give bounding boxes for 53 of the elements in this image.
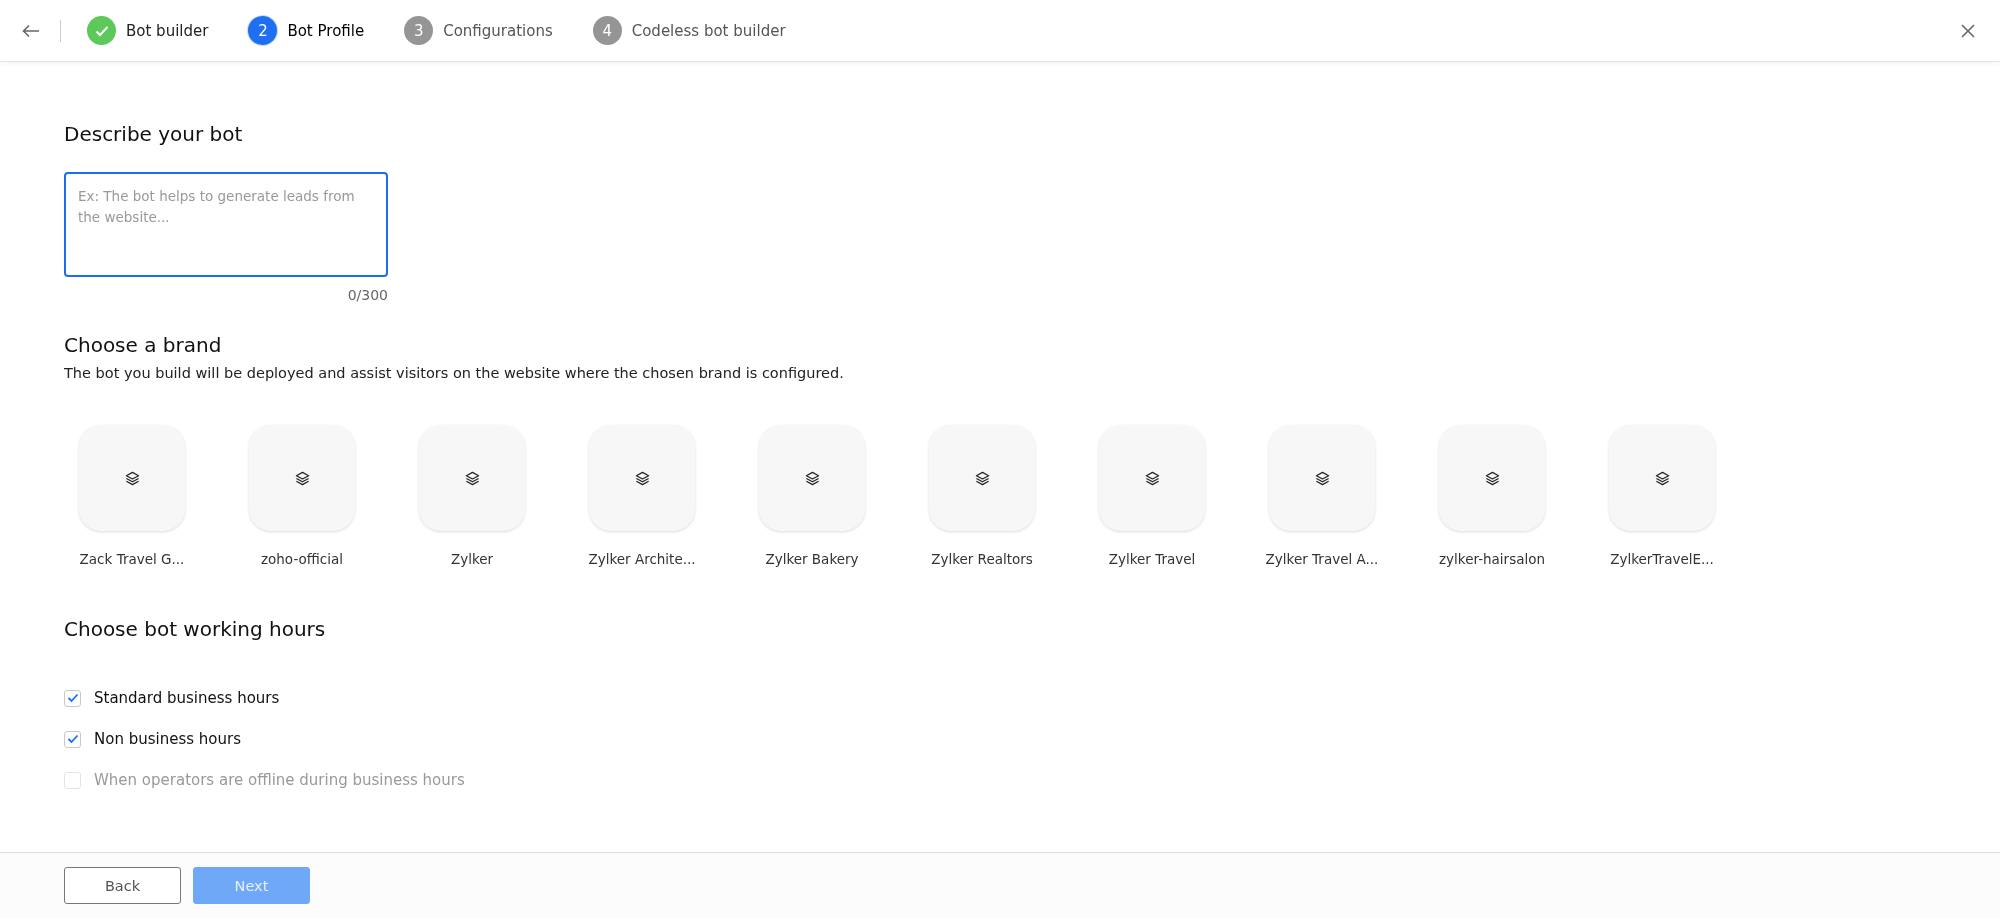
brand-tile[interactable] bbox=[249, 425, 355, 531]
layers-icon bbox=[1144, 470, 1160, 486]
brand-name: zoho-official bbox=[259, 551, 344, 567]
layers-icon bbox=[294, 470, 310, 486]
checkmark-icon bbox=[66, 734, 79, 744]
checkbox-label: When operators are offline during business hours bbox=[94, 771, 465, 789]
step-label: Codeless bot builder bbox=[631, 21, 786, 40]
layers-icon bbox=[124, 470, 140, 486]
brand-tile[interactable] bbox=[1609, 425, 1715, 531]
brand-name: Zack Travel G... bbox=[79, 551, 185, 567]
brand-name: Zylker Travel bbox=[1107, 551, 1197, 567]
layers-icon bbox=[804, 470, 820, 486]
checkbox-label: Non business hours bbox=[94, 730, 241, 748]
layers-icon bbox=[634, 470, 650, 486]
brand-tile[interactable] bbox=[589, 425, 695, 531]
brand-tile[interactable] bbox=[1439, 425, 1545, 531]
back-arrow-icon[interactable] bbox=[22, 23, 40, 38]
close-icon[interactable] bbox=[1960, 22, 1976, 39]
layers-icon bbox=[1654, 470, 1670, 486]
section-title: Choose a brand bbox=[64, 333, 223, 357]
layers-icon bbox=[1314, 470, 1330, 486]
step-number: 4 bbox=[592, 16, 622, 45]
brand-tile[interactable] bbox=[929, 425, 1035, 531]
step-label: Configurations bbox=[443, 21, 553, 40]
section-title: Choose bot working hours bbox=[64, 617, 327, 641]
layers-icon bbox=[1484, 470, 1500, 486]
section-description: The bot you build will be deployed and assist visitors on the website where the chosen brand is configured. bbox=[64, 365, 845, 381]
brand-tile[interactable] bbox=[1099, 425, 1205, 531]
brand-name: Zylker bbox=[449, 551, 495, 567]
brand-name: Zylker Realtors bbox=[930, 551, 1034, 567]
brand-tile[interactable] bbox=[759, 425, 865, 531]
layers-icon bbox=[464, 470, 480, 486]
checkbox[interactable] bbox=[64, 730, 81, 748]
back-button[interactable]: Back bbox=[64, 867, 181, 904]
brand-tile[interactable] bbox=[79, 425, 185, 531]
section-title: Describe your bot bbox=[64, 122, 244, 146]
brand-name: ZylkerTravelE... bbox=[1609, 551, 1715, 567]
checkmark-icon bbox=[94, 24, 109, 37]
brand-name: zylker-hairsalon bbox=[1439, 551, 1545, 567]
brand-tile[interactable] bbox=[419, 425, 525, 531]
checkbox-label: Standard business hours bbox=[94, 689, 280, 707]
checkbox[interactable] bbox=[64, 689, 81, 707]
step-number: 2 bbox=[248, 16, 278, 45]
character-counter: 0/300 bbox=[346, 287, 388, 303]
step-label: Bot Profile bbox=[287, 21, 365, 40]
brand-tile[interactable] bbox=[1269, 425, 1375, 531]
brand-name: Zylker Archite... bbox=[589, 551, 695, 567]
step-label: Bot builder bbox=[126, 21, 209, 40]
brand-name: Zylker Bakery bbox=[764, 551, 860, 567]
step-number: 3 bbox=[404, 16, 434, 45]
checkmark-icon bbox=[66, 693, 79, 703]
layers-icon bbox=[974, 470, 990, 486]
description-field[interactable]: Ex: The bot helps to generate leads from the website... bbox=[64, 172, 388, 277]
